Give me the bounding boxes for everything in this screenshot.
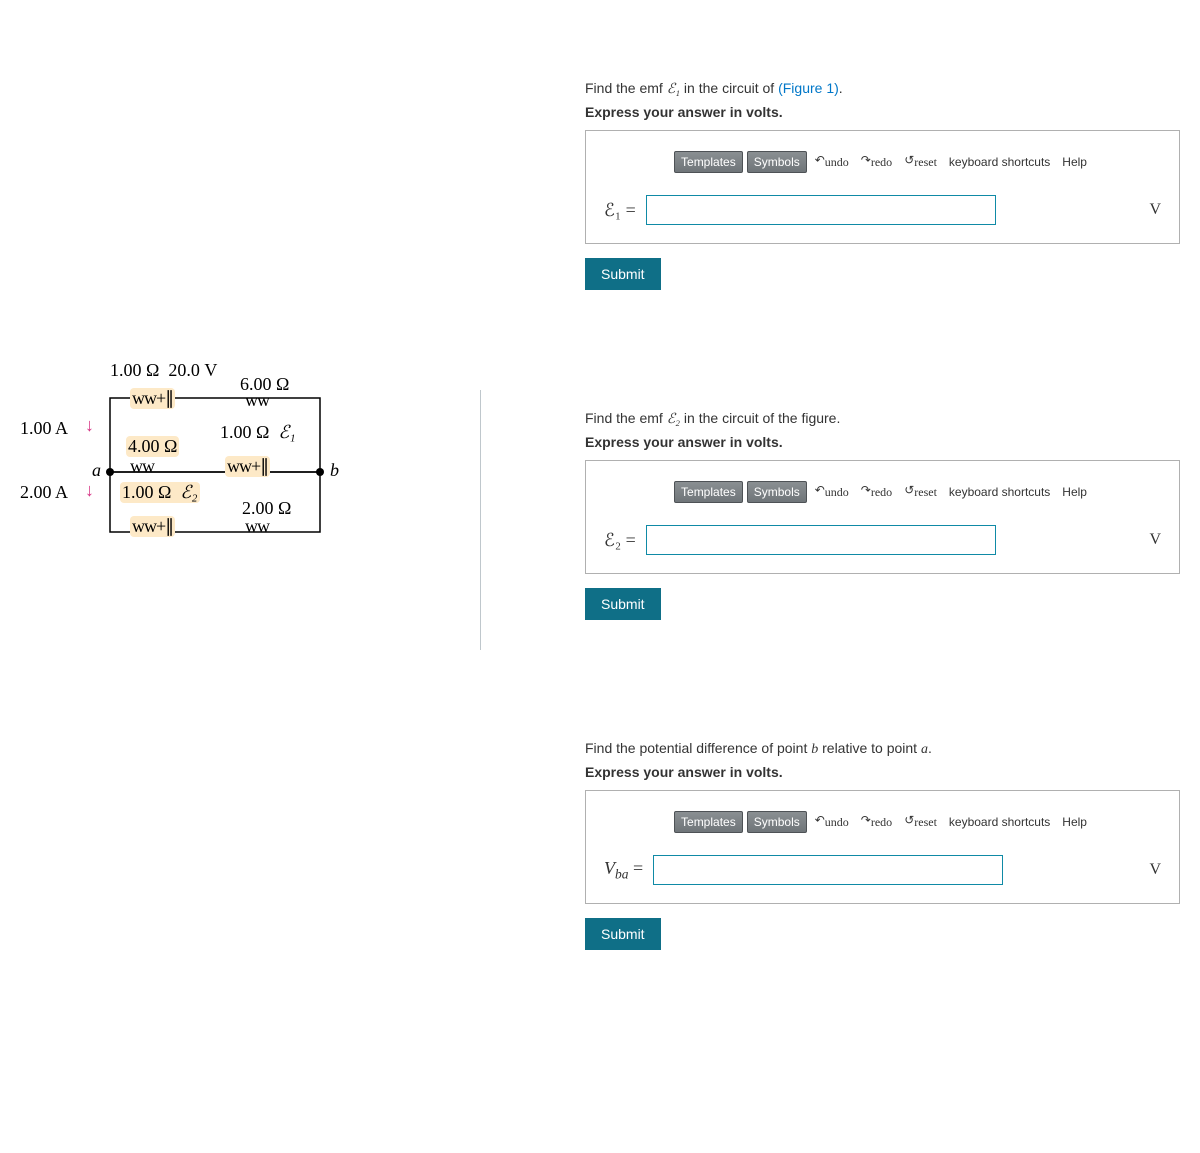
lhs-vba: Vba = bbox=[604, 858, 643, 883]
toolbar-e2: Templates Symbols ↶undo ↷redo ↺reset key… bbox=[604, 481, 1161, 503]
part-vba: Find the potential difference of point b… bbox=[585, 740, 1180, 950]
symbols-button[interactable]: Symbols bbox=[747, 811, 807, 833]
undo-button[interactable]: ↶undo bbox=[811, 812, 853, 833]
arrow-i1-icon: ↓ bbox=[85, 415, 94, 436]
resistor-6-icon: ᴡᴡ bbox=[245, 390, 269, 411]
resistor-bot-icon: ᴡᴡ+∥ bbox=[130, 516, 175, 537]
undo-button[interactable]: ↶undo bbox=[811, 482, 853, 503]
templates-button[interactable]: Templates bbox=[674, 151, 743, 173]
toolbar-vba: Templates Symbols ↶undo ↷redo ↺reset key… bbox=[604, 811, 1161, 833]
instr-e1: Express your answer in volts. bbox=[585, 104, 1180, 120]
submit-button-e2[interactable]: Submit bbox=[585, 588, 661, 620]
resistor-4-icon: ᴡᴡ bbox=[130, 456, 154, 477]
lhs-e2: ℰ₂ = bbox=[604, 530, 636, 551]
instr-vba: Express your answer in volts. bbox=[585, 764, 1180, 780]
redo-button[interactable]: ↷redo bbox=[857, 812, 896, 833]
answer-box-e1: Templates Symbols ↶undo ↷redo ↺reset key… bbox=[585, 130, 1180, 244]
templates-button[interactable]: Templates bbox=[674, 811, 743, 833]
part-e2: Find the emf ℰ₂ in the circuit of the fi… bbox=[585, 410, 1180, 620]
unit-e1: V bbox=[1149, 201, 1161, 219]
answer-input-e2[interactable] bbox=[646, 525, 996, 555]
unit-vba: V bbox=[1149, 861, 1161, 879]
answer-input-e1[interactable] bbox=[646, 195, 996, 225]
keyboard-shortcuts-button[interactable]: keyboard shortcuts bbox=[945, 152, 1054, 172]
label-r-bot1: 1.00 Ω bbox=[122, 482, 171, 502]
keyboard-shortcuts-button[interactable]: keyboard shortcuts bbox=[945, 812, 1054, 832]
help-button[interactable]: Help bbox=[1058, 812, 1091, 832]
answer-box-vba: Templates Symbols ↶undo ↷redo ↺reset key… bbox=[585, 790, 1180, 904]
toolbar-e1: Templates Symbols ↶undo ↷redo ↺reset key… bbox=[604, 151, 1161, 173]
symbols-button[interactable]: Symbols bbox=[747, 481, 807, 503]
prompt-e1: Find the emf ℰ₁ in the circuit of (Figur… bbox=[585, 80, 1180, 98]
label-emf2: ℰ₂ bbox=[180, 482, 197, 502]
label-i2: 2.00 A bbox=[20, 482, 68, 503]
column-divider bbox=[480, 390, 481, 650]
instr-e2: Express your answer in volts. bbox=[585, 434, 1180, 450]
label-v-top: 20.0 V bbox=[168, 360, 217, 380]
lhs-e1: ℰ₁ = bbox=[604, 200, 636, 221]
undo-button[interactable]: ↶undo bbox=[811, 152, 853, 173]
prompt-e2: Find the emf ℰ₂ in the circuit of the fi… bbox=[585, 410, 1180, 428]
symbols-button[interactable]: Symbols bbox=[747, 151, 807, 173]
submit-button-e1[interactable]: Submit bbox=[585, 258, 661, 290]
circuit-figure: 1.00 Ω 20.0 V ᴡᴡ+∥ 6.00 Ω ᴡᴡ 1.00 A ↓ 4.… bbox=[10, 360, 350, 550]
submit-button-vba[interactable]: Submit bbox=[585, 918, 661, 950]
templates-button[interactable]: Templates bbox=[674, 481, 743, 503]
part-e1: Find the emf ℰ₁ in the circuit of (Figur… bbox=[585, 80, 1180, 290]
prompt-vba: Find the potential difference of point b… bbox=[585, 740, 1180, 758]
label-i1: 1.00 A bbox=[20, 418, 68, 439]
reset-button[interactable]: ↺reset bbox=[900, 812, 941, 833]
label-r-top: 1.00 Ω bbox=[110, 360, 159, 380]
arrow-i2-icon: ↓ bbox=[85, 480, 94, 501]
help-button[interactable]: Help bbox=[1058, 482, 1091, 502]
resistor-top-icon: ᴡᴡ+∥ bbox=[130, 388, 175, 409]
redo-button[interactable]: ↷redo bbox=[857, 482, 896, 503]
redo-button[interactable]: ↷redo bbox=[857, 152, 896, 173]
answer-box-e2: Templates Symbols ↶undo ↷redo ↺reset key… bbox=[585, 460, 1180, 574]
unit-e2: V bbox=[1149, 531, 1161, 549]
resistor-2-icon: ᴡᴡ bbox=[245, 516, 269, 537]
resistor-mid-icon: ᴡᴡ+∥ bbox=[225, 456, 270, 477]
label-node-b: b bbox=[330, 460, 339, 481]
answer-input-vba[interactable] bbox=[653, 855, 1003, 885]
reset-button[interactable]: ↺reset bbox=[900, 482, 941, 503]
help-button[interactable]: Help bbox=[1058, 152, 1091, 172]
keyboard-shortcuts-button[interactable]: keyboard shortcuts bbox=[945, 482, 1054, 502]
label-node-a: a bbox=[92, 460, 101, 481]
reset-button[interactable]: ↺reset bbox=[900, 152, 941, 173]
figure-link[interactable]: (Figure 1) bbox=[778, 80, 839, 96]
label-r-mid1: 1.00 Ω bbox=[220, 422, 269, 442]
label-r-4: 4.00 Ω bbox=[126, 436, 179, 457]
label-emf1: ℰ₁ bbox=[278, 422, 295, 442]
